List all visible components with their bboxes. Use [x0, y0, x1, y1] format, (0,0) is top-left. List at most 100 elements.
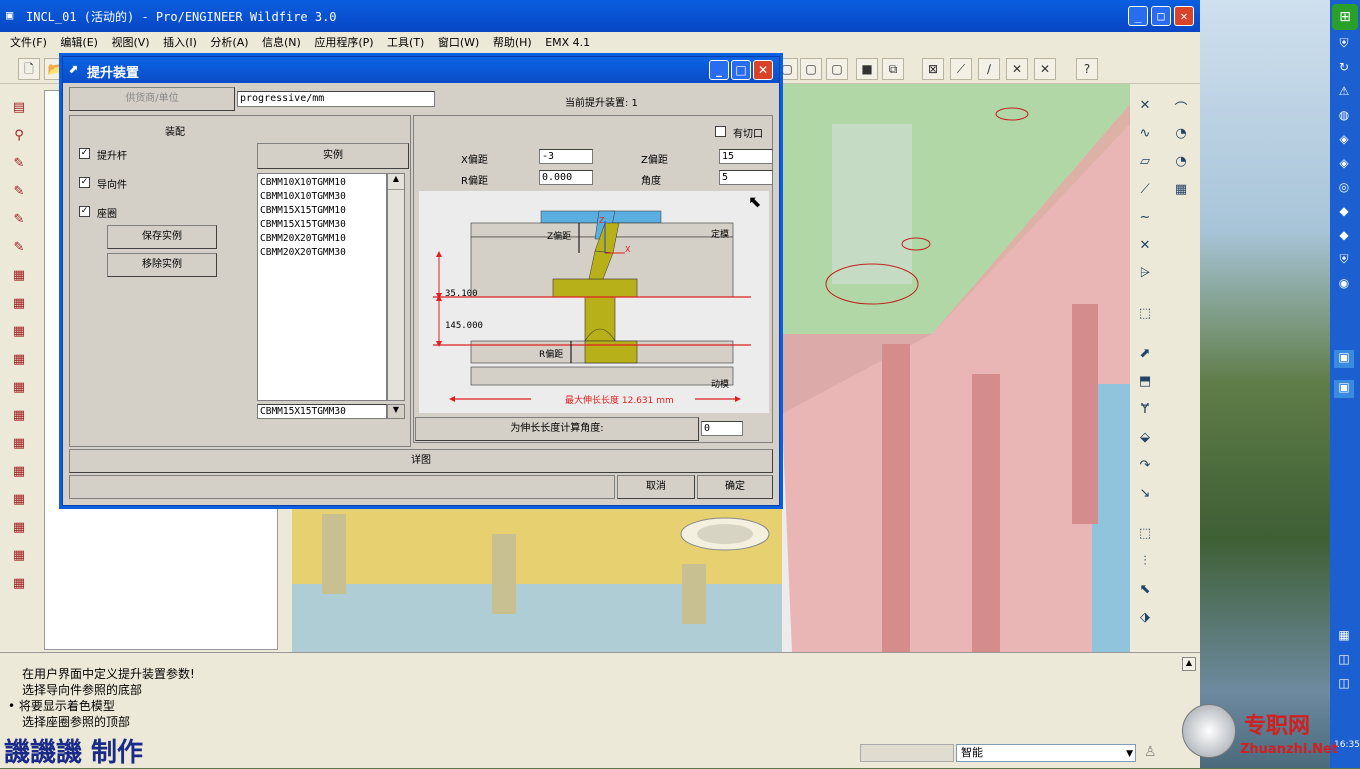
r-offset-field[interactable]: 0.000 [539, 170, 593, 185]
chevron-down-icon[interactable]: ▼ [1126, 746, 1133, 762]
instance-button[interactable]: 实例 [257, 143, 409, 169]
dialog-minimize-button[interactable]: _ [709, 60, 729, 80]
maximize-button[interactable]: □ [1151, 6, 1171, 26]
cut-checkbox[interactable] [715, 126, 726, 137]
copy-tool-icon[interactable]: ⬚ [1134, 526, 1156, 548]
insert-icon[interactable]: ▦ [6, 408, 32, 430]
detail-button[interactable]: 详图 [69, 449, 773, 473]
csys-tool-icon[interactable]: ✕ [1134, 238, 1156, 260]
menu-view[interactable]: 视图(V) [111, 34, 149, 50]
slider-icon[interactable]: ▦ [6, 296, 32, 318]
menu-edit[interactable]: 编辑(E) [60, 34, 98, 50]
menu-emx[interactable]: EMX 4.1 [545, 36, 590, 49]
draft-tool-icon[interactable]: ↘ [1134, 486, 1156, 508]
save-instance-button[interactable]: 保存实例 [107, 225, 217, 249]
menu-window[interactable]: 窗口(W) [438, 34, 479, 50]
screw-icon[interactable]: ✎ [6, 184, 32, 206]
coord-sys-icon[interactable]: ✕ [1034, 58, 1056, 80]
menu-info[interactable]: 信息(N) [262, 34, 301, 50]
guide-icon[interactable]: ✎ [6, 240, 32, 262]
supplier-field[interactable]: progressive/mm [237, 91, 435, 107]
guide-checkbox[interactable]: ✓ [79, 177, 90, 188]
supplier-button[interactable]: 供货商/单位 [69, 87, 235, 111]
tray-app5-icon[interactable]: ◆ [1334, 228, 1354, 246]
menu-file[interactable]: 文件(F) [10, 34, 47, 50]
emx-new-icon[interactable]: ▤ [6, 100, 32, 122]
trim-tool-icon[interactable]: ⬗ [1134, 610, 1156, 632]
pin-icon[interactable]: ✎ [6, 212, 32, 234]
settings-icon[interactable]: ▦ [6, 548, 32, 570]
instance-list[interactable]: CBMM10X10TGMM10 CBMM10X10TGMM30 CBMM15X1… [257, 173, 387, 401]
extrude-tool-icon[interactable]: ⬈ [1134, 346, 1156, 368]
dialog-close-button[interactable]: ✕ [753, 60, 773, 80]
tray-warning-icon[interactable]: ⚠ [1334, 84, 1354, 102]
pattern-disabled-icon[interactable]: ◔ [1170, 154, 1192, 176]
datum-curve-icon[interactable]: ∕ [978, 58, 1000, 80]
rib-tool-icon[interactable]: ↷ [1134, 458, 1156, 480]
message-scroll-up[interactable]: ▲ [1182, 657, 1196, 671]
list-item[interactable]: CBMM10X10TGMM10 [260, 176, 384, 190]
hidden-line-icon[interactable]: ▢ [826, 58, 848, 80]
component-icon[interactable]: ✎ [6, 156, 32, 178]
tools-icon[interactable]: ▦ [6, 576, 32, 598]
drawing-icon[interactable]: ▦ [6, 492, 32, 514]
tray-monitor-icon[interactable]: ▦ [1334, 628, 1354, 646]
bom-icon[interactable]: ▦ [6, 464, 32, 486]
check-icon[interactable]: ▦ [6, 520, 32, 542]
stack-icon[interactable]: ▦ [6, 436, 32, 458]
datum-axis-icon[interactable]: ⟋ [950, 58, 972, 80]
taskbar-task2-icon[interactable]: ▣ [1334, 380, 1354, 398]
taskbar-task1-icon[interactable]: ▣ [1334, 350, 1354, 368]
lifter-rod-checkbox[interactable]: ✓ [79, 148, 90, 159]
x-offset-field[interactable]: -3 [539, 149, 593, 164]
angle-field[interactable]: 5 [719, 170, 773, 185]
tray-volume-icon[interactable]: ◫ [1334, 676, 1354, 694]
hole-tool-icon[interactable]: Ɏ [1134, 402, 1156, 424]
minimize-button[interactable]: _ [1128, 6, 1148, 26]
dialog-maximize-button[interactable]: □ [731, 60, 751, 80]
plate-icon[interactable]: ▦ [6, 268, 32, 290]
cancel-button[interactable]: 取消 [617, 475, 695, 499]
list-item[interactable]: CBMM10X10TGMM30 [260, 190, 384, 204]
filter-select[interactable]: 智能 ▼ [956, 744, 1136, 762]
tray-lang-icon[interactable]: ◫ [1334, 652, 1354, 670]
context-help-icon[interactable]: ? [1076, 58, 1098, 80]
datum-plane-icon[interactable]: ⊠ [922, 58, 944, 80]
tray-app6-icon[interactable]: ⛨ [1334, 252, 1354, 270]
mirror-tool-icon[interactable]: ⫶ [1134, 554, 1156, 576]
menu-insert[interactable]: 插入(I) [163, 34, 197, 50]
tray-app7-icon[interactable]: ◉ [1334, 276, 1354, 294]
z-offset-field[interactable]: 15 [719, 149, 773, 164]
spline-tool-icon[interactable]: ∼ [1134, 210, 1156, 232]
chevron-down-icon[interactable]: ▼ [387, 404, 405, 419]
point-tool-icon[interactable]: ✕ [1134, 98, 1156, 120]
round-disabled-icon[interactable]: ◔ [1170, 126, 1192, 148]
datum-point-icon[interactable]: ✕ [1006, 58, 1028, 80]
db-icon[interactable]: ▦ [6, 352, 32, 374]
menu-help[interactable]: 帮助(H) [493, 34, 532, 50]
cooling-icon[interactable]: ▦ [6, 324, 32, 346]
shaded-box-icon[interactable]: ■ [856, 58, 878, 80]
ok-button[interactable]: 确定 [697, 475, 773, 499]
calc-angle-button[interactable]: 为伸长长度计算角度: [415, 417, 699, 441]
lifter-icon[interactable]: ▦ [6, 380, 32, 402]
list-item[interactable]: CBMM15X15TGMM30 [260, 218, 384, 232]
tray-shield-icon[interactable]: ⛨ [1334, 36, 1354, 54]
new-file-icon[interactable]: 🗋 [18, 58, 40, 80]
tray-app2-icon[interactable]: ◈ [1334, 156, 1354, 174]
seat-ring-checkbox[interactable]: ✓ [79, 206, 90, 217]
menu-applications[interactable]: 应用程序(P) [314, 34, 373, 50]
revolve-tool-icon[interactable]: ⬒ [1134, 374, 1156, 396]
list-item[interactable]: CBMM15X15TGMM10 [260, 204, 384, 218]
model-display-icon[interactable]: ⧉ [882, 58, 904, 80]
tray-app4-icon[interactable]: ◆ [1334, 204, 1354, 222]
sketch-disabled-icon[interactable]: ⌒ [1170, 98, 1192, 120]
remove-instance-button[interactable]: 移除实例 [107, 253, 217, 277]
tray-network-icon[interactable]: ◍ [1334, 108, 1354, 126]
analysis-tool-icon[interactable]: ⩥ [1134, 266, 1156, 288]
tray-refresh-icon[interactable]: ↻ [1334, 60, 1354, 78]
scroll-up-icon[interactable]: ▲ [388, 174, 404, 190]
close-button[interactable]: ✕ [1174, 6, 1194, 26]
shell-tool-icon[interactable]: ⬙ [1134, 430, 1156, 452]
menu-tools[interactable]: 工具(T) [387, 34, 424, 50]
